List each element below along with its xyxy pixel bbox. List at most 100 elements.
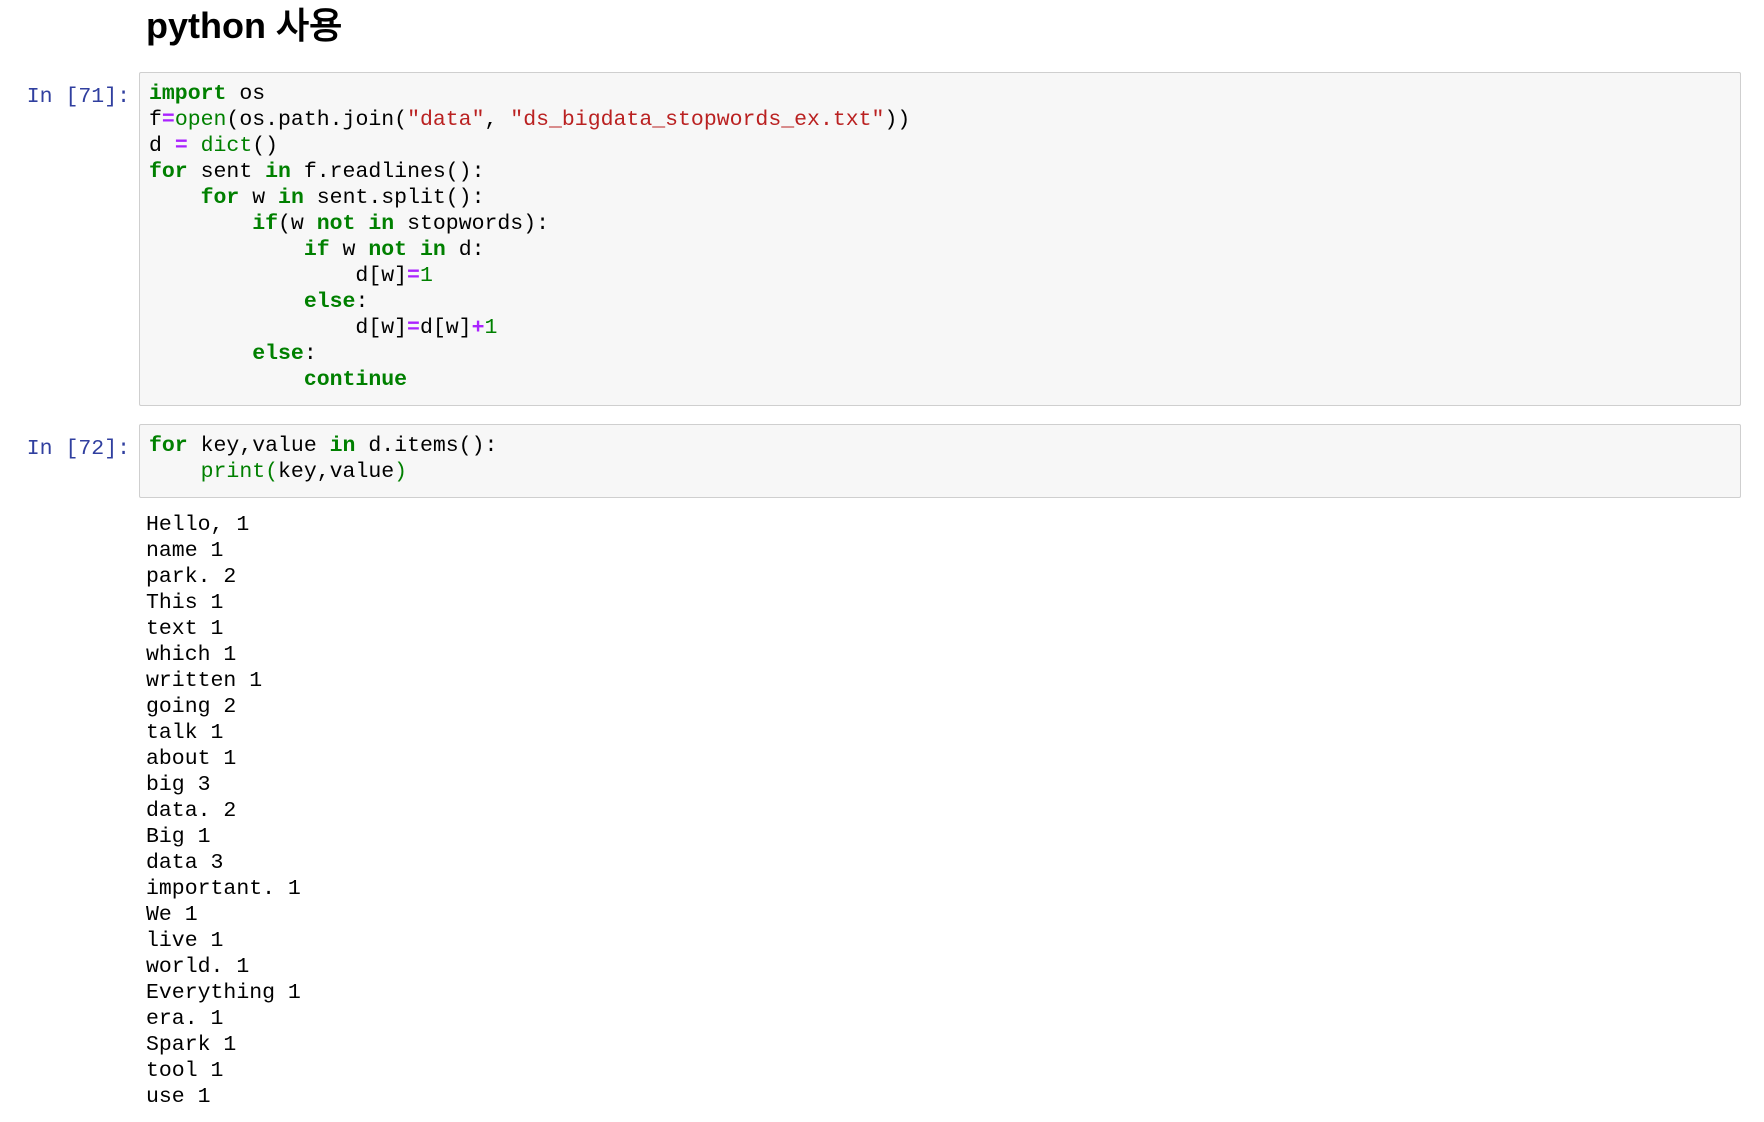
code-token: + xyxy=(471,316,485,340)
code-line: d = dict() xyxy=(149,133,1731,159)
output-line: This 1 xyxy=(146,591,224,615)
code-token: , xyxy=(484,108,511,132)
section-heading: python 사용 xyxy=(146,5,343,46)
code-token: sent.split(): xyxy=(303,186,485,210)
code-token: 1 xyxy=(484,316,498,340)
code-token: = xyxy=(407,316,420,340)
output-line: world. 1 xyxy=(146,955,250,979)
code-token: dict xyxy=(200,134,253,158)
code-token: if xyxy=(303,238,330,262)
output-line: live 1 xyxy=(146,929,224,953)
code-line: for sent in f.readlines(): xyxy=(149,159,1731,185)
code-block: for key,value in d.items(): print(key,va… xyxy=(149,433,1731,485)
output-line: Spark 1 xyxy=(146,1033,237,1057)
code-token: d[w] xyxy=(419,316,472,340)
code-token: 1 xyxy=(419,264,433,288)
code-token: (os.path.join( xyxy=(226,108,408,132)
output-line: big 3 xyxy=(146,773,211,797)
code-token: import xyxy=(149,82,227,106)
code-block: import os f=open(os.path.join("data", "ds… xyxy=(149,81,1731,393)
code-token: in xyxy=(265,160,291,184)
code-line: if(w not in stopwords): xyxy=(149,211,1731,237)
code-token: "ds_bigdata_stopwords_ex.txt" xyxy=(510,108,885,132)
code-cell-input[interactable]: for key,value in d.items(): print(key,va… xyxy=(139,424,1741,498)
output-line: written 1 xyxy=(146,669,263,693)
code-token: d.items(): xyxy=(355,434,498,458)
output-line: text 1 xyxy=(146,617,224,641)
code-token: = xyxy=(161,108,175,132)
code-token: d xyxy=(149,134,175,158)
code-token: if xyxy=(252,212,279,236)
code-token: not xyxy=(316,212,356,236)
code-token: ) xyxy=(394,460,408,484)
code-line: f=open(os.path.join("data", "ds_bigdata_… xyxy=(149,107,1731,133)
code-line: else: xyxy=(149,289,1731,315)
code-token: d: xyxy=(445,238,485,262)
code-token: in xyxy=(368,212,395,236)
code-token: in xyxy=(329,434,356,458)
code-token: else xyxy=(303,290,356,314)
output-line: talk 1 xyxy=(146,721,224,745)
code-token: for xyxy=(149,434,188,458)
code-token: (w xyxy=(278,212,317,236)
code-token: : xyxy=(303,342,317,366)
output-line: Big 1 xyxy=(146,825,211,849)
code-cell-input[interactable]: import os f=open(os.path.join("data", "ds… xyxy=(139,72,1741,406)
code-line: import os xyxy=(149,81,1731,107)
code-token: os xyxy=(226,82,266,106)
code-line: for key,value in d.items(): xyxy=(149,433,1731,459)
cell-output: Hello, 1 name 1 park. 2 This 1 text 1 which 1… xyxy=(146,512,301,1110)
code-line: if w not in d: xyxy=(149,237,1731,263)
code-token: : xyxy=(355,290,369,314)
code-token: in xyxy=(278,186,304,210)
code-token: in xyxy=(419,238,446,262)
code-token: key,value xyxy=(278,460,395,484)
code-token: else xyxy=(252,342,304,366)
cell-prompt: In [72]: xyxy=(26,437,130,461)
output-line: data. 2 xyxy=(146,799,237,823)
code-token: = xyxy=(174,134,188,158)
code-token: w xyxy=(329,238,369,262)
code-token: print( xyxy=(200,460,279,484)
code-line: d[w]=d[w]+1 xyxy=(149,315,1731,341)
code-token: = xyxy=(407,264,420,288)
code-token: () xyxy=(252,134,279,158)
code-token: key,value xyxy=(187,434,330,458)
code-line: for w in sent.split(): xyxy=(149,185,1731,211)
code-token: f.readlines(): xyxy=(290,160,485,184)
code-token: open xyxy=(174,108,227,132)
output-line: name 1 xyxy=(146,539,224,563)
code-token: f xyxy=(149,108,162,132)
code-token: sent xyxy=(187,160,266,184)
code-token: w xyxy=(239,186,279,210)
output-line: data 3 xyxy=(146,851,224,875)
output-line: Hello, 1 xyxy=(146,513,250,537)
code-token: )) xyxy=(884,108,911,132)
code-line: else: xyxy=(149,341,1731,367)
output-line: going 2 xyxy=(146,695,237,719)
code-token: for xyxy=(200,186,240,210)
code-token: "data" xyxy=(407,108,485,132)
code-line: continue xyxy=(149,367,1731,393)
code-token: d[w] xyxy=(149,264,408,288)
cell-prompt: In [71]: xyxy=(26,85,130,109)
code-token: continue xyxy=(303,368,408,392)
output-line: about 1 xyxy=(146,747,237,771)
code-line: print(key,value) xyxy=(149,459,1731,485)
output-line: Everything 1 xyxy=(146,981,301,1005)
code-line: d[w]=1 xyxy=(149,263,1731,289)
output-line: tool 1 xyxy=(146,1059,224,1083)
code-token: d[w] xyxy=(149,316,408,340)
output-line: which 1 xyxy=(146,643,237,667)
code-token: stopwords): xyxy=(394,212,550,236)
